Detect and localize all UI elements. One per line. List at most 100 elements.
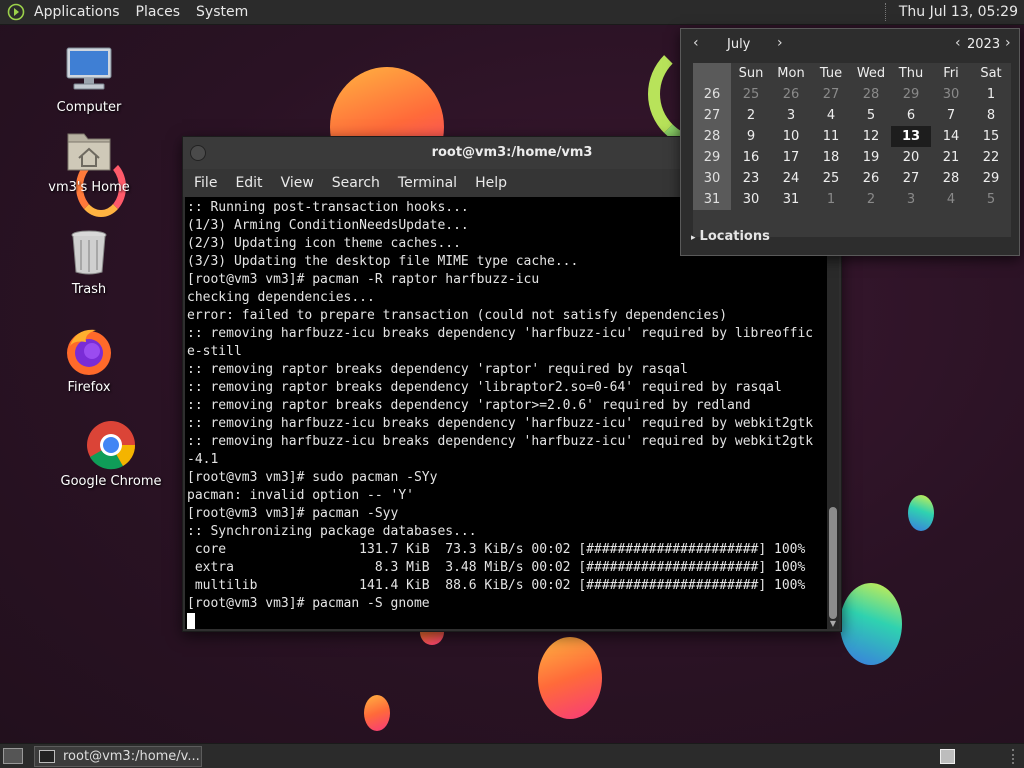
calendar-week-row: 31 30 31 1 2 3 4 5 — [693, 189, 1011, 210]
calendar-day[interactable]: 8 — [971, 108, 1011, 123]
home-folder-icon — [62, 124, 116, 178]
calendar-day[interactable]: 4 — [931, 192, 971, 207]
terminal-line: [root@vm3 vm3]# pacman -Syy — [187, 506, 399, 521]
desktop-icon-chrome[interactable]: Google Chrome — [56, 418, 166, 489]
calendar-day[interactable]: 9 — [731, 129, 771, 144]
decor-blob — [364, 695, 390, 731]
calendar-week-row: 28 9 10 11 12 13 14 15 — [693, 126, 1011, 147]
trash-icon — [62, 226, 116, 280]
distro-logo-icon[interactable] — [6, 2, 26, 22]
calendar-day[interactable]: 29 — [891, 87, 931, 102]
calendar-day[interactable]: 15 — [971, 129, 1011, 144]
calendar-day[interactable]: 14 — [931, 129, 971, 144]
menu-terminal[interactable]: Terminal — [389, 175, 466, 191]
calendar-week-row: 30 23 24 25 26 27 28 29 — [693, 168, 1011, 189]
calendar-day[interactable]: 6 — [891, 108, 931, 123]
calendar-day-today[interactable]: 13 — [891, 126, 931, 147]
desktop-icon-computer[interactable]: Computer — [34, 44, 144, 115]
system-menu[interactable]: System — [188, 0, 256, 25]
calendar-day[interactable]: 17 — [771, 150, 811, 165]
calendar-day[interactable]: 22 — [971, 150, 1011, 165]
calendar-day[interactable]: 5 — [971, 192, 1011, 207]
desktop-icon-label: Trash — [71, 282, 107, 297]
workspace-switcher[interactable] — [940, 749, 955, 764]
computer-icon — [62, 44, 116, 98]
week-number-header — [693, 63, 731, 84]
decor-blob — [840, 583, 902, 665]
calendar-day[interactable]: 3 — [891, 192, 931, 207]
calendar-day[interactable]: 30 — [931, 87, 971, 102]
calendar-day[interactable]: 24 — [771, 171, 811, 186]
calendar-day[interactable]: 30 — [731, 192, 771, 207]
next-year-icon[interactable]: › — [1005, 35, 1011, 51]
expander-arrow-icon: ▸ — [691, 233, 696, 243]
calendar-day[interactable]: 27 — [811, 87, 851, 102]
calendar-day[interactable]: 10 — [771, 129, 811, 144]
calendar-day[interactable]: 2 — [731, 108, 771, 123]
calendar-day[interactable]: 28 — [931, 171, 971, 186]
terminal-scrollbar[interactable]: ▼ — [827, 197, 839, 629]
desktop-icon-home[interactable]: vm3's Home — [34, 124, 144, 195]
calendar-day[interactable]: 11 — [811, 129, 851, 144]
menu-edit[interactable]: Edit — [226, 175, 271, 191]
calendar-day[interactable]: 2 — [851, 192, 891, 207]
weekday-header: Fri — [943, 66, 959, 81]
calendar-header: ‹ July › ‹ 2023 › — [691, 35, 1013, 57]
calendar-day[interactable]: 25 — [811, 171, 851, 186]
calendar-day[interactable]: 20 — [891, 150, 931, 165]
weekday-header: Tue — [819, 66, 843, 81]
desktop-icon-trash[interactable]: Trash — [34, 226, 144, 297]
applications-menu[interactable]: Applications — [26, 0, 128, 25]
terminal-screen[interactable]: :: Running post-transaction hooks... (1/3… — [185, 197, 827, 629]
calendar-day[interactable]: 27 — [891, 171, 931, 186]
taskbar-item-terminal[interactable]: root@vm3:/home/v... — [34, 746, 202, 767]
menu-help[interactable]: Help — [466, 175, 516, 191]
calendar-day[interactable]: 23 — [731, 171, 771, 186]
calendar-day[interactable]: 3 — [771, 108, 811, 123]
prev-month-icon[interactable]: ‹ — [693, 35, 699, 51]
locations-expander[interactable]: ▸ Locations — [691, 229, 770, 244]
menu-file[interactable]: File — [185, 175, 226, 191]
calendar-day[interactable]: 25 — [731, 87, 771, 102]
calendar-day[interactable]: 12 — [851, 129, 891, 144]
scroll-down-arrow-icon[interactable]: ▼ — [827, 619, 839, 629]
calendar-day[interactable]: 31 — [771, 192, 811, 207]
terminal-line: e-still — [187, 344, 242, 359]
terminal-line: [root@vm3 vm3]# pacman -R raptor harfbuz… — [187, 272, 540, 287]
calendar-day[interactable]: 18 — [811, 150, 851, 165]
calendar-day[interactable]: 16 — [731, 150, 771, 165]
terminal-line: :: removing raptor breaks dependency 'ra… — [187, 362, 688, 377]
calendar-day[interactable]: 29 — [971, 171, 1011, 186]
calendar-month: July — [727, 37, 751, 52]
calendar-day[interactable]: 4 — [811, 108, 851, 123]
calendar-year: 2023 — [967, 37, 1001, 52]
terminal-line: error: failed to prepare transaction (co… — [187, 308, 728, 323]
menu-view[interactable]: View — [272, 175, 323, 191]
calendar-day[interactable]: 7 — [931, 108, 971, 123]
calendar-day[interactable]: 28 — [851, 87, 891, 102]
show-desktop-icon[interactable] — [3, 748, 23, 764]
calendar-day[interactable]: 5 — [851, 108, 891, 123]
next-month-icon[interactable]: › — [777, 35, 783, 51]
menu-search[interactable]: Search — [323, 175, 389, 191]
calendar-day[interactable]: 1 — [811, 192, 851, 207]
terminal-line: extra 8.3 MiB 3.48 MiB/s 00:02 [########… — [187, 560, 806, 575]
bottom-panel: root@vm3:/home/v... — [0, 743, 1024, 768]
calendar-weekday-row: Sun Mon Tue Wed Thu Fri Sat — [693, 63, 1011, 84]
weekday-header: Sun — [738, 66, 764, 81]
week-number: 29 — [693, 147, 731, 168]
prev-year-icon[interactable]: ‹ — [955, 35, 961, 51]
clock[interactable]: Thu Jul 13, 05:29 — [893, 4, 1024, 20]
calendar-day[interactable]: 26 — [851, 171, 891, 186]
scrollbar-thumb[interactable] — [829, 507, 837, 619]
desktop-icon-label: vm3's Home — [48, 180, 130, 195]
terminal-line: :: removing raptor breaks dependency 'li… — [187, 380, 782, 395]
calendar-day[interactable]: 21 — [931, 150, 971, 165]
window-menu-button[interactable] — [190, 145, 206, 161]
calendar-day[interactable]: 26 — [771, 87, 811, 102]
places-menu[interactable]: Places — [128, 0, 189, 25]
calendar-day[interactable]: 1 — [971, 87, 1011, 102]
calendar-day[interactable]: 19 — [851, 150, 891, 165]
desktop-icon-firefox[interactable]: Firefox — [34, 324, 144, 395]
text-cursor — [187, 613, 195, 629]
